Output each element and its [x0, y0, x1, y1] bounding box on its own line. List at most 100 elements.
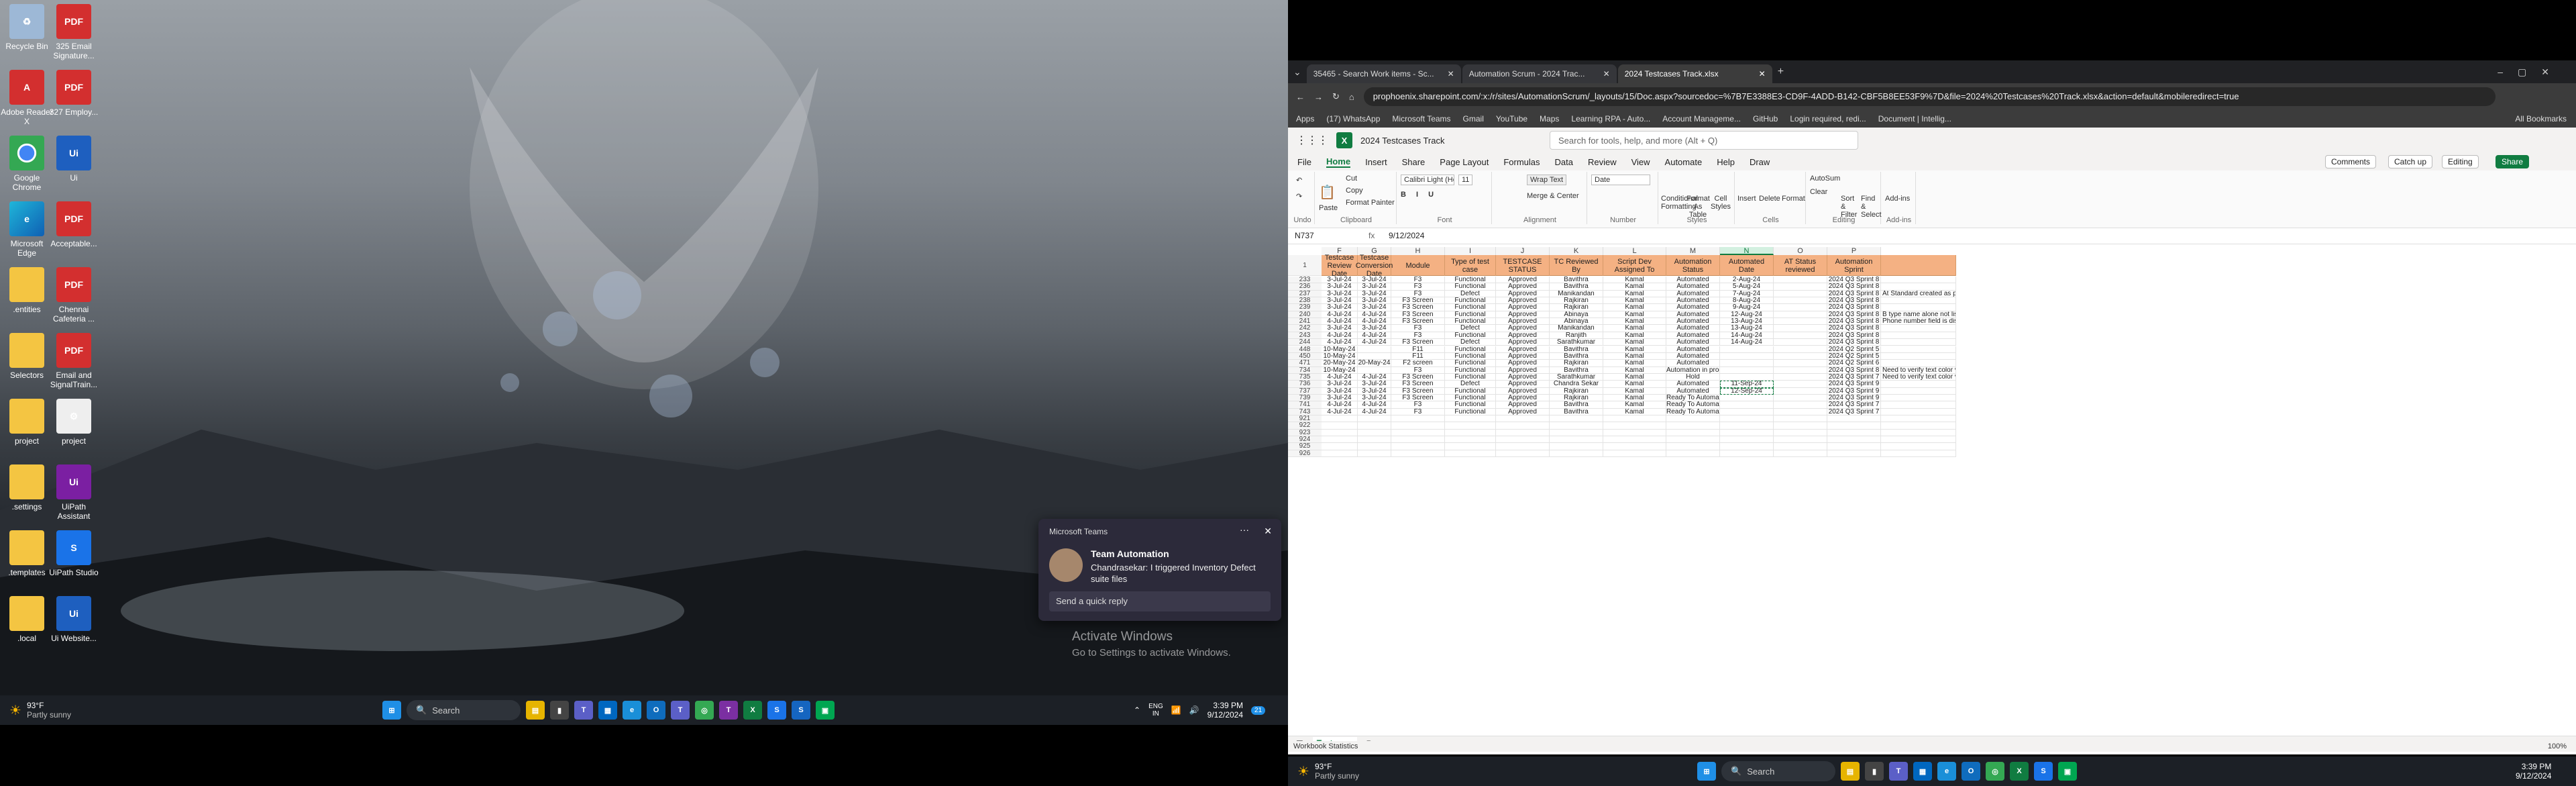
- table-cell[interactable]: 2024 Q3 Sprint 9: [1827, 381, 1881, 388]
- table-cell[interactable]: Kamal: [1603, 339, 1666, 346]
- table-cell[interactable]: [1550, 450, 1603, 458]
- column-title[interactable]: Automation Sprint: [1827, 255, 1881, 276]
- table-cell[interactable]: Approved: [1496, 346, 1550, 353]
- table-cell[interactable]: [1550, 422, 1603, 430]
- table-cell[interactable]: Kamal: [1603, 401, 1666, 409]
- table-cell[interactable]: 2024 Q2 Sprint 5: [1827, 346, 1881, 353]
- table-cell[interactable]: [1666, 450, 1720, 458]
- table-cell[interactable]: 2024 Q3 Sprint 8: [1827, 332, 1881, 340]
- table-cell[interactable]: Ready To Automate: [1666, 394, 1720, 402]
- row-header[interactable]: 926: [1288, 450, 1322, 458]
- table-cell[interactable]: [1774, 290, 1827, 298]
- table-cell[interactable]: [1827, 450, 1881, 458]
- table-cell[interactable]: [1358, 450, 1391, 458]
- table-cell[interactable]: [1881, 422, 1956, 430]
- table-cell[interactable]: Approved: [1496, 339, 1550, 346]
- table-cell[interactable]: Kamal: [1603, 373, 1666, 381]
- table-cell[interactable]: [1881, 304, 1956, 311]
- table-cell[interactable]: [1881, 450, 1956, 458]
- column-header[interactable]: M: [1666, 247, 1720, 255]
- desktop-icon[interactable]: .local: [0, 596, 54, 643]
- teams-notification[interactable]: Microsoft Teams ··· ✕ Team Automation Ch…: [1038, 519, 1281, 621]
- table-cell[interactable]: Functional: [1445, 304, 1496, 311]
- table-cell[interactable]: 4-Jul-24: [1358, 408, 1391, 415]
- taskbar-search[interactable]: 🔍 Search: [1721, 761, 1835, 781]
- table-cell[interactable]: 13-Aug-24: [1720, 325, 1774, 332]
- table-cell[interactable]: 2024 Q3 Sprint 8: [1827, 325, 1881, 332]
- desktop-icon[interactable]: project: [0, 399, 54, 446]
- table-cell[interactable]: [1774, 352, 1827, 360]
- table-cell[interactable]: [1720, 408, 1774, 415]
- table-cell[interactable]: [1774, 311, 1827, 319]
- copy-button[interactable]: Copy: [1346, 187, 1363, 195]
- volume-icon[interactable]: 🔊: [1189, 705, 1199, 715]
- terminal-icon[interactable]: ▮: [550, 701, 569, 720]
- table-cell[interactable]: F11: [1391, 352, 1445, 360]
- table-cell[interactable]: [1720, 346, 1774, 353]
- table-cell[interactable]: F3 Screen: [1391, 387, 1445, 395]
- table-cell[interactable]: [1603, 450, 1666, 458]
- windows-start-icon[interactable]: ⊞: [1697, 762, 1716, 781]
- workbook-title[interactable]: 2024 Testcases Track: [1360, 136, 1445, 146]
- table-cell[interactable]: F3 Screen: [1391, 381, 1445, 388]
- desktop-icon[interactable]: .settings: [0, 464, 54, 511]
- table-cell[interactable]: 4-Jul-24: [1322, 339, 1358, 346]
- table-cell[interactable]: 20-May-24: [1322, 360, 1358, 367]
- table-cell[interactable]: [1496, 429, 1550, 437]
- tab-work-items[interactable]: 35465 - Search Work items - Sc... ✕: [1306, 64, 1461, 83]
- table-cell[interactable]: Functional: [1445, 277, 1496, 284]
- column-title[interactable]: TESTCASE STATUS: [1496, 255, 1550, 276]
- close-tab-icon[interactable]: ✕: [1448, 69, 1454, 79]
- table-cell[interactable]: Kamal: [1603, 387, 1666, 395]
- format-table-button[interactable]: Format As Table: [1686, 195, 1710, 219]
- desktop-icon[interactable]: PDF Email and SignalTrain...: [47, 333, 101, 389]
- table-cell[interactable]: 3-Jul-24: [1358, 387, 1391, 395]
- table-cell[interactable]: Approved: [1496, 381, 1550, 388]
- table-cell[interactable]: Approved: [1496, 277, 1550, 284]
- find-select-button[interactable]: Find & Select: [1861, 195, 1882, 219]
- table-cell[interactable]: 3-Jul-24: [1322, 381, 1358, 388]
- close-icon[interactable]: ✕: [1264, 526, 1272, 537]
- table-cell[interactable]: 2024 Q3 Sprint 8: [1827, 304, 1881, 311]
- table-cell[interactable]: Kamal: [1603, 381, 1666, 388]
- paste-button[interactable]: Paste: [1319, 204, 1338, 212]
- table-cell[interactable]: 3-Jul-24: [1358, 277, 1391, 284]
- ribbon-tab-formulas[interactable]: Formulas: [1503, 157, 1540, 167]
- table-cell[interactable]: [1881, 381, 1956, 388]
- table-cell[interactable]: Functional: [1445, 318, 1496, 326]
- table-cell[interactable]: [1322, 450, 1358, 458]
- table-cell[interactable]: [1881, 332, 1956, 340]
- table-cell[interactable]: 2024 Q3 Sprint 8: [1827, 283, 1881, 291]
- table-cell[interactable]: [1322, 422, 1358, 430]
- table-cell[interactable]: Approved: [1496, 401, 1550, 409]
- table-cell[interactable]: [1720, 373, 1774, 381]
- table-cell[interactable]: [1445, 415, 1496, 423]
- table-cell[interactable]: [1881, 297, 1956, 305]
- column-header[interactable]: N: [1720, 247, 1774, 255]
- table-cell[interactable]: 9-Aug-24: [1720, 304, 1774, 311]
- uipath-studio-icon[interactable]: S: [767, 701, 786, 720]
- table-cell[interactable]: F3: [1391, 401, 1445, 409]
- column-header[interactable]: H: [1391, 247, 1445, 255]
- number-format-select[interactable]: Date: [1591, 175, 1650, 185]
- table-cell[interactable]: [1774, 450, 1827, 458]
- table-cell[interactable]: Functional: [1445, 408, 1496, 415]
- table-cell[interactable]: [1774, 283, 1827, 291]
- more-options-icon[interactable]: ···: [1240, 524, 1249, 535]
- clock[interactable]: 3:39 PM 9/12/2024: [2516, 762, 2551, 781]
- table-cell[interactable]: [1445, 422, 1496, 430]
- name-box[interactable]: N737: [1292, 230, 1335, 242]
- table-cell[interactable]: Bavithra: [1550, 283, 1603, 291]
- table-cell[interactable]: [1774, 325, 1827, 332]
- table-cell[interactable]: Kamal: [1603, 290, 1666, 298]
- table-cell[interactable]: [1720, 443, 1774, 450]
- column-title[interactable]: Testcase Review Date: [1322, 254, 1358, 278]
- column-header[interactable]: I: [1445, 247, 1496, 255]
- table-cell[interactable]: 3-Jul-24: [1322, 387, 1358, 395]
- table-cell[interactable]: [1322, 443, 1358, 450]
- table-cell[interactable]: Approved: [1496, 408, 1550, 415]
- table-cell[interactable]: Automated: [1666, 318, 1720, 326]
- store-icon[interactable]: ▦: [598, 701, 617, 720]
- table-cell[interactable]: Need to verify text color validation: [1881, 373, 1956, 381]
- table-cell[interactable]: F3: [1391, 366, 1445, 374]
